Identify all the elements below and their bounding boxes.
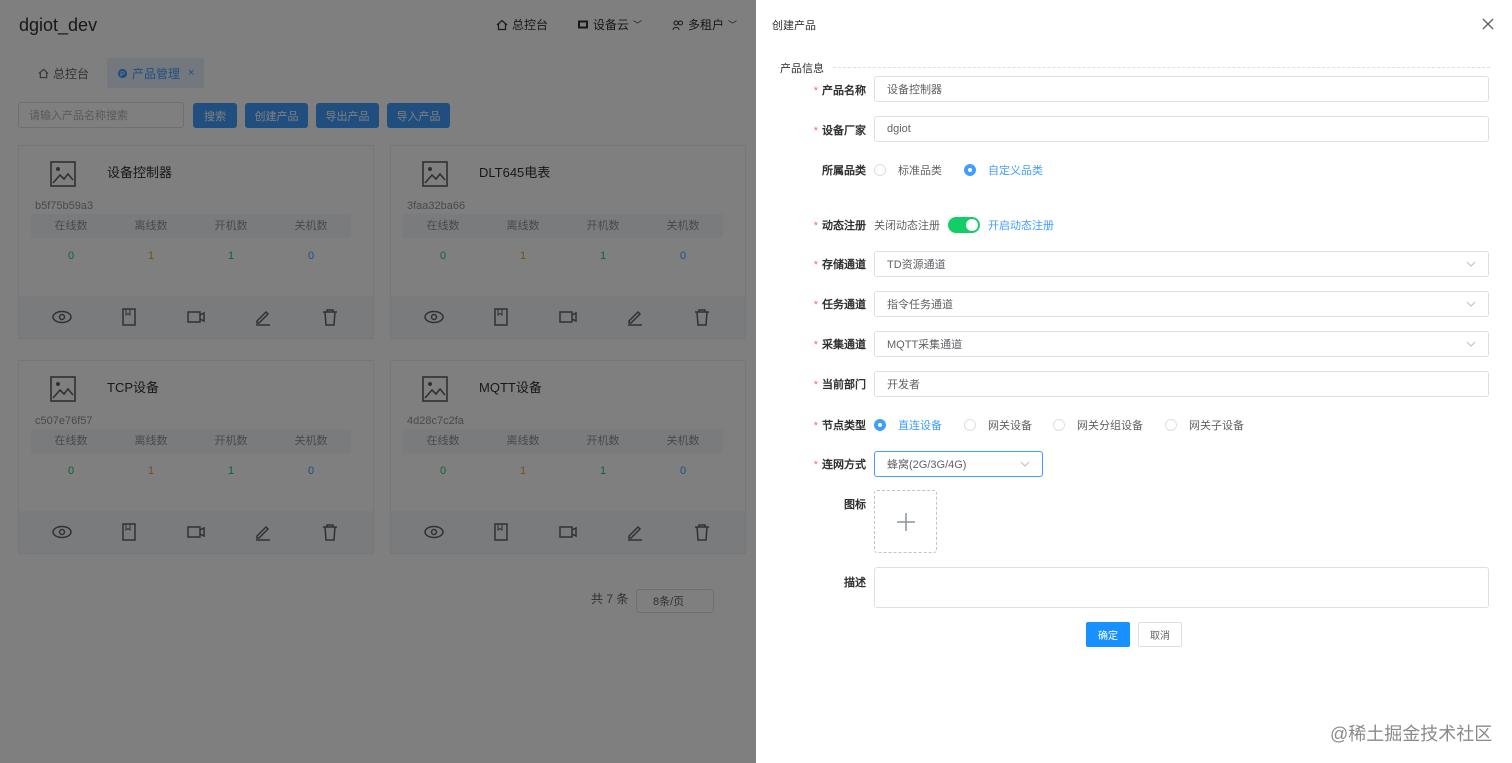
label-icon: 图标: [844, 499, 866, 511]
label-node-type: * 节点类型: [813, 420, 866, 432]
radio-standard-category[interactable]: 标准品类: [874, 162, 942, 178]
plus-icon: [896, 512, 915, 531]
label-task: * 任务通道: [813, 299, 866, 311]
icon-upload[interactable]: [874, 490, 937, 553]
department-input[interactable]: 开发者: [874, 371, 1489, 397]
description-textarea[interactable]: [874, 567, 1489, 608]
vendor-input[interactable]: dgiot: [874, 116, 1489, 142]
radio-custom-category[interactable]: 自定义品类: [964, 162, 1043, 178]
radio-gateway-device[interactable]: 网关设备: [964, 417, 1032, 433]
storage-channel-select[interactable]: TD资源通道: [874, 251, 1489, 277]
section-divider: 产品信息: [778, 60, 1490, 76]
label-storage: * 存储通道: [813, 259, 866, 271]
chevron-down-icon: [1466, 301, 1476, 307]
label-network: * 连网方式: [813, 459, 866, 471]
radio-direct-device[interactable]: 直连设备: [874, 417, 942, 433]
label-description: 描述: [844, 577, 866, 589]
label-collect: * 采集通道: [813, 339, 866, 351]
watermark: @稀土掘金技术社区: [1330, 724, 1493, 744]
dynamic-register-switch[interactable]: [948, 217, 980, 233]
label-product-name: * 产品名称: [813, 85, 866, 97]
label-vendor: * 设备厂家: [813, 125, 866, 137]
confirm-button[interactable]: 确定: [1086, 622, 1130, 647]
product-name-input[interactable]: 设备控制器: [874, 76, 1489, 102]
section-title: 产品信息: [780, 60, 832, 76]
collect-channel-select[interactable]: MQTT采集通道: [874, 331, 1489, 357]
label-department: * 当前部门: [813, 379, 866, 391]
close-icon[interactable]: [1480, 16, 1496, 32]
label-dynamic-register: * 动态注册: [813, 220, 866, 232]
create-product-drawer: 创建产品 产品信息 * 产品名称 设备控制器 * 设备厂家 dgiot 所属品类 标…: [756, 0, 1512, 763]
cancel-button[interactable]: 取消: [1138, 622, 1182, 647]
radio-gateway-sub-device[interactable]: 网关子设备: [1165, 417, 1244, 433]
chevron-down-icon: [1020, 461, 1030, 467]
network-mode-select[interactable]: 蜂窝(2G/3G/4G): [874, 451, 1043, 477]
radio-gateway-group-device[interactable]: 网关分组设备: [1053, 417, 1143, 433]
chevron-down-icon: [1466, 341, 1476, 347]
drawer-title: 创建产品: [772, 20, 816, 32]
dynamic-register-row: 关闭动态注册 开启动态注册: [874, 217, 1054, 233]
chevron-down-icon: [1466, 261, 1476, 267]
label-category: 所属品类: [822, 165, 866, 177]
task-channel-select[interactable]: 指令任务通道: [874, 291, 1489, 317]
